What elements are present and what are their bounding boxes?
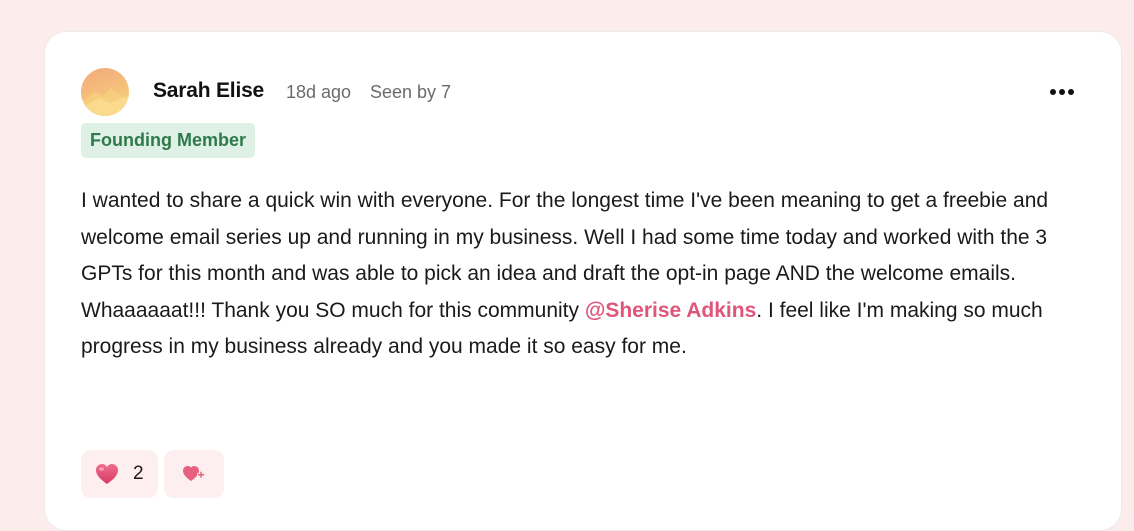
post-timestamp: 18d ago <box>286 82 352 102</box>
avatar[interactable] <box>81 68 129 116</box>
dot-icon <box>1050 89 1056 95</box>
user-mention-link[interactable]: @Sherise Adkins <box>585 299 756 322</box>
heart-icon <box>96 464 118 484</box>
heart-reaction-button[interactable]: 2 <box>81 450 158 498</box>
author-name[interactable]: Sarah Elise <box>153 79 264 103</box>
post-card: Sarah Elise 18d ago Seen by 7 Founding M… <box>44 31 1122 531</box>
post-body: I wanted to share a quick win with every… <box>81 183 1081 366</box>
avatar-image <box>81 88 129 116</box>
dot-icon <box>1059 89 1065 95</box>
reaction-count: 2 <box>133 463 144 484</box>
dot-icon <box>1068 89 1074 95</box>
member-badge: Founding Member <box>81 123 255 158</box>
add-reaction-button[interactable] <box>164 450 224 498</box>
heart-plus-icon <box>183 466 205 481</box>
seen-by-count[interactable]: Seen by 7 <box>370 82 451 103</box>
more-options-icon[interactable] <box>1047 80 1077 104</box>
